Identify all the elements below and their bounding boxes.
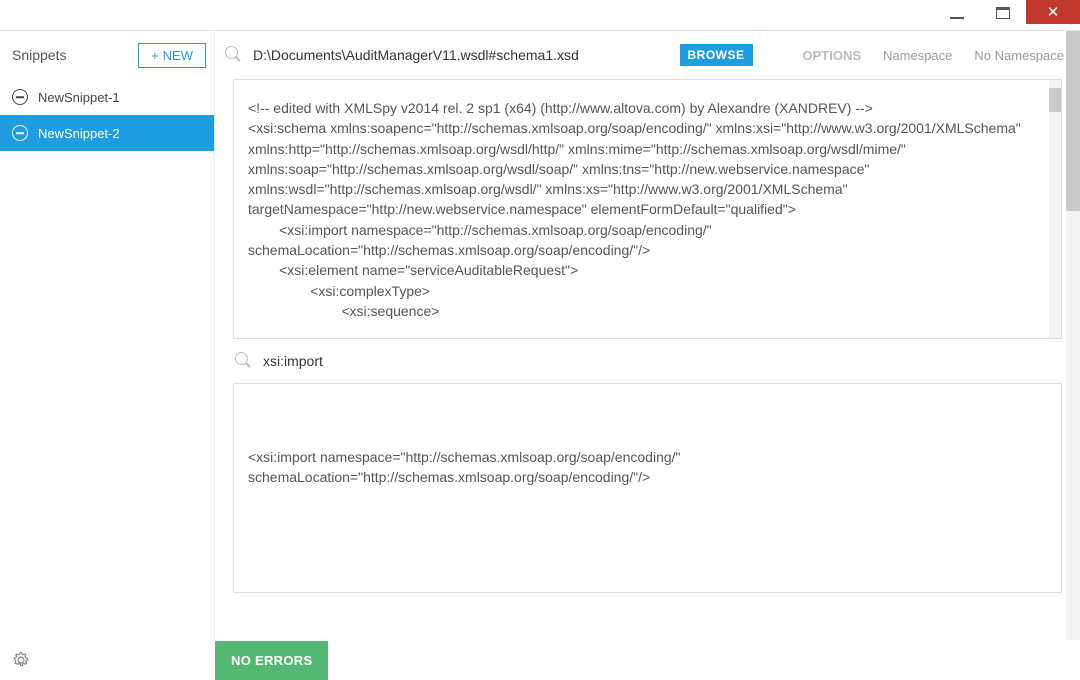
file-path-input[interactable] — [253, 43, 670, 67]
source-scroll-thumb[interactable] — [1049, 88, 1061, 112]
search-icon — [225, 46, 243, 64]
maximize-icon — [996, 7, 1010, 19]
main-scrollbar[interactable] — [1066, 31, 1080, 640]
status-no-errors[interactable]: NO ERRORS — [215, 641, 328, 680]
result-text: <xsi:import namespace="http://schemas.xm… — [248, 447, 1047, 488]
sidebar-title: Snippets — [12, 47, 66, 63]
snippet-icon — [12, 89, 28, 105]
source-editor[interactable]: <!-- edited with XMLSpy v2014 rel. 2 sp1… — [233, 79, 1062, 339]
search-row — [233, 339, 1062, 383]
no-namespace-link[interactable]: No Namespace — [968, 48, 1070, 63]
source-scrollbar[interactable] — [1049, 80, 1061, 338]
sidebar-item-label: NewSnippet-2 — [38, 126, 120, 141]
search-icon — [235, 352, 253, 370]
minimize-icon — [950, 17, 964, 19]
plus-icon: + — [151, 48, 159, 63]
footer: NO ERRORS — [0, 640, 1080, 680]
sidebar-item-newsnippet-2[interactable]: NewSnippet-2 — [0, 115, 214, 151]
sidebar-item-label: NewSnippet-1 — [38, 90, 120, 105]
search-input[interactable] — [263, 349, 1060, 373]
close-icon: ✕ — [1047, 5, 1060, 20]
new-snippet-button[interactable]: + NEW — [138, 43, 206, 68]
window-maximize-button[interactable] — [980, 0, 1026, 22]
main-panel: BROWSE OPTIONS Namespace No Namespace <!… — [215, 31, 1080, 640]
result-editor[interactable]: <xsi:import namespace="http://schemas.xm… — [233, 383, 1062, 593]
namespace-link[interactable]: Namespace — [877, 48, 958, 63]
new-button-label: NEW — [163, 48, 193, 63]
snippet-icon — [12, 125, 28, 141]
content-scroll[interactable]: <!-- edited with XMLSpy v2014 rel. 2 sp1… — [215, 79, 1080, 640]
gear-icon — [12, 651, 30, 669]
window-titlebar: ✕ — [0, 0, 1080, 30]
main-scroll-thumb[interactable] — [1066, 31, 1080, 211]
window-minimize-button[interactable] — [934, 0, 980, 22]
browse-button[interactable]: BROWSE — [680, 44, 753, 66]
window-close-button[interactable]: ✕ — [1026, 0, 1080, 24]
settings-button[interactable] — [12, 651, 30, 669]
topbar: BROWSE OPTIONS Namespace No Namespace — [215, 31, 1080, 79]
sidebar-item-newsnippet-1[interactable]: NewSnippet-1 — [0, 79, 214, 115]
options-link[interactable]: OPTIONS — [797, 48, 868, 63]
sidebar: Snippets + NEW NewSnippet-1 NewSnippet-2 — [0, 31, 215, 640]
source-text: <!-- edited with XMLSpy v2014 rel. 2 sp1… — [234, 80, 1061, 338]
